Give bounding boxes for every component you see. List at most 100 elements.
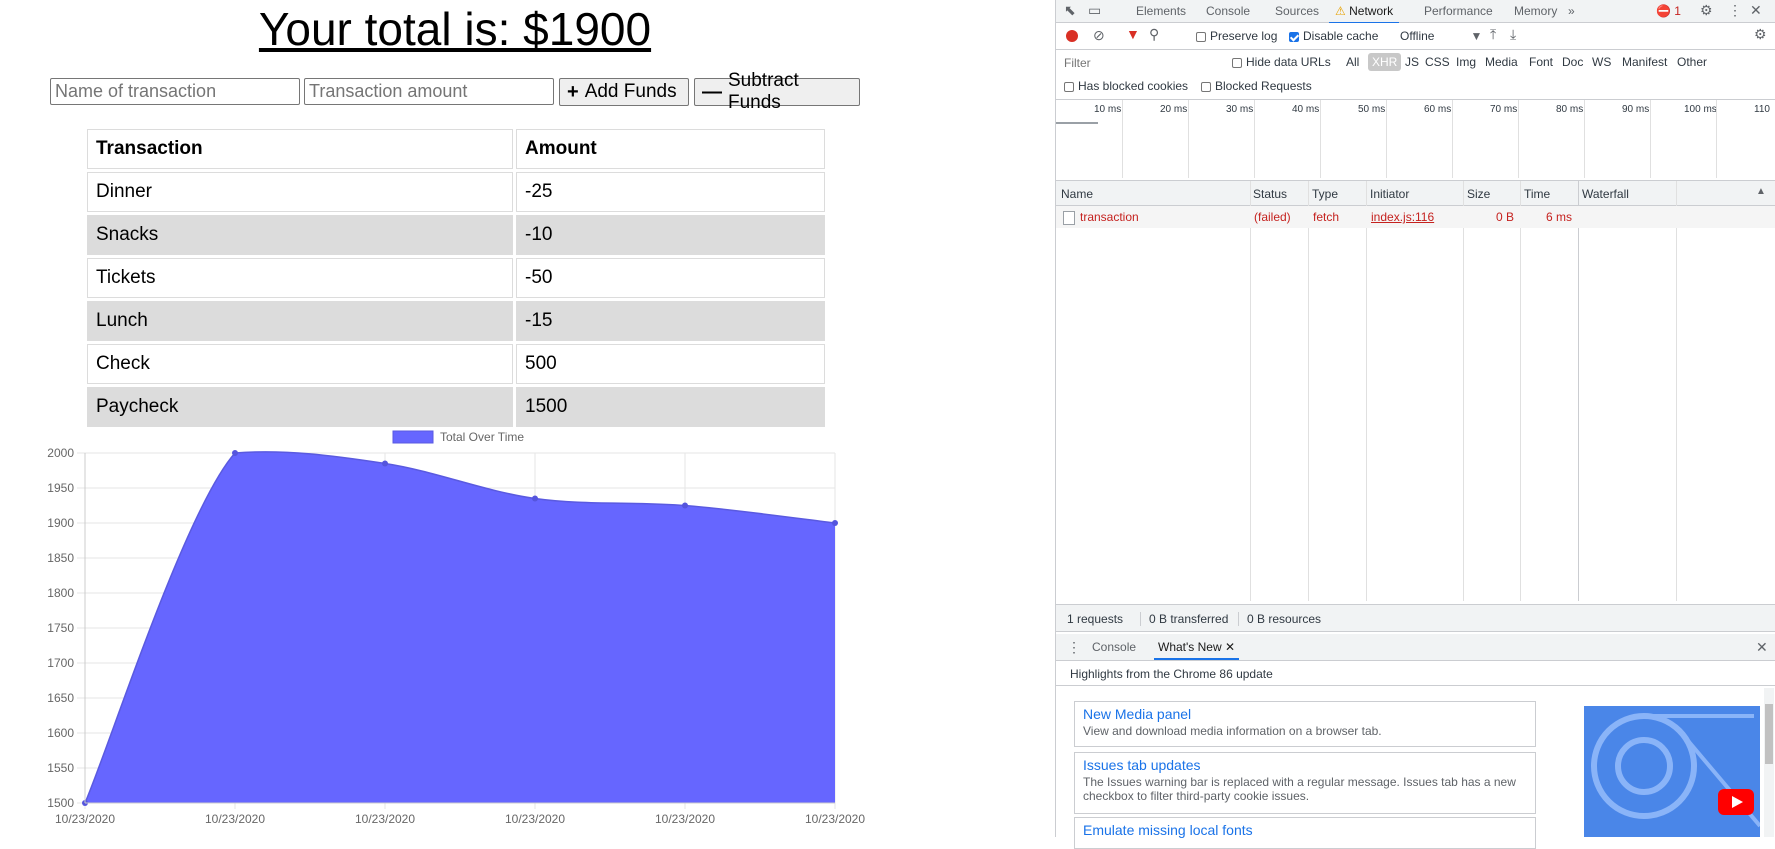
record-icon[interactable]: [1066, 30, 1078, 42]
timeline-tick: 100 ms: [1684, 104, 1717, 115]
news-title[interactable]: Issues tab updates: [1075, 753, 1535, 773]
summary-transferred: 0 B transferred: [1140, 612, 1228, 626]
data-point: [532, 495, 538, 502]
disable-cache-checkbox[interactable]: Disable cache: [1289, 29, 1378, 43]
column-waterfall[interactable]: Waterfall: [1582, 187, 1629, 201]
y-tick-label: 1900: [47, 516, 74, 530]
news-card[interactable]: New Media panel View and download media …: [1074, 701, 1536, 747]
filter-js[interactable]: JS: [1405, 55, 1419, 69]
has-blocked-cookies-label: Has blocked cookies: [1078, 79, 1189, 93]
inspect-element-icon[interactable]: ⬉: [1064, 2, 1076, 19]
filter-css[interactable]: CSS: [1425, 55, 1450, 69]
column-type[interactable]: Type: [1312, 187, 1338, 201]
news-card[interactable]: Issues tab updates The Issues warning ba…: [1074, 752, 1536, 814]
drawer-scrollbar[interactable]: [1764, 688, 1774, 837]
column-time[interactable]: Time: [1524, 187, 1550, 201]
column-size[interactable]: Size: [1467, 187, 1490, 201]
device-toolbar-icon[interactable]: ▭: [1088, 2, 1101, 19]
transaction-name-input[interactable]: [50, 78, 300, 105]
more-tabs-button[interactable]: »: [1568, 0, 1575, 22]
x-tick-label: 10/23/2020: [805, 812, 865, 826]
news-title[interactable]: Emulate missing local fonts: [1075, 818, 1535, 838]
preserve-log-checkbox[interactable]: Preserve log: [1196, 29, 1277, 43]
request-type: fetch: [1313, 210, 1340, 224]
checkbox-icon: [1232, 57, 1242, 68]
subtract-funds-button[interactable]: — Subtract Funds: [694, 70, 860, 113]
filter-manifest[interactable]: Manifest: [1622, 55, 1667, 69]
has-blocked-cookies-checkbox[interactable]: Has blocked cookies: [1064, 79, 1188, 93]
settings-gear-icon[interactable]: ⚙: [1700, 2, 1713, 19]
drawer-tab-console[interactable]: Console: [1092, 636, 1136, 658]
scrollbar-thumb[interactable]: [1765, 704, 1773, 764]
y-tick-label: 1650: [47, 691, 74, 705]
tab-console[interactable]: Console: [1206, 0, 1250, 22]
column-status[interactable]: Status: [1253, 187, 1287, 201]
filter-doc[interactable]: Doc: [1562, 55, 1583, 69]
error-counter[interactable]: ⛔ 1: [1656, 0, 1681, 22]
blocked-requests-checkbox[interactable]: Blocked Requests: [1201, 79, 1312, 93]
import-har-icon[interactable]: ⤒: [1490, 26, 1496, 43]
column-initiator[interactable]: Initiator: [1370, 187, 1409, 201]
hide-data-urls-label: Hide data URLs: [1246, 55, 1331, 69]
tab-memory[interactable]: Memory: [1514, 0, 1557, 22]
dropdown-arrow-icon: ▼: [1470, 29, 1483, 43]
checkbox-icon: [1064, 81, 1074, 92]
network-toolbar: ⊘ ▼ ⚲ Preserve log Disable cache Offline…: [1056, 23, 1775, 50]
search-icon[interactable]: ⚲: [1149, 26, 1159, 43]
more-options-icon[interactable]: ⋮: [1728, 2, 1742, 19]
video-thumbnail[interactable]: [1584, 706, 1760, 837]
request-name[interactable]: transaction: [1080, 210, 1139, 224]
filter-input[interactable]: [1062, 54, 1216, 72]
data-point: [382, 460, 388, 467]
request-initiator-link[interactable]: index.js:116: [1371, 210, 1434, 224]
close-devtools-icon[interactable]: ✕: [1750, 2, 1762, 19]
add-funds-button[interactable]: + Add Funds: [559, 78, 689, 106]
y-tick-label: 1750: [47, 621, 74, 635]
y-tick-label: 2000: [47, 446, 74, 460]
tab-elements[interactable]: Elements: [1136, 0, 1186, 22]
column-divider: [1463, 181, 1464, 601]
error-icon: ⛔: [1656, 4, 1671, 18]
close-drawer-icon[interactable]: ✕: [1756, 639, 1768, 656]
export-har-icon[interactable]: ⤓: [1510, 26, 1516, 43]
summary-requests: 1 requests: [1067, 612, 1124, 626]
filter-media[interactable]: Media: [1485, 55, 1518, 69]
request-status: (failed): [1254, 210, 1291, 224]
news-desc: View and download media information on a…: [1083, 724, 1382, 738]
y-tick-label: 1800: [47, 586, 74, 600]
clear-icon[interactable]: ⊘: [1093, 27, 1105, 44]
column-divider: [1250, 181, 1251, 601]
filter-font[interactable]: Font: [1529, 55, 1553, 69]
youtube-play-icon[interactable]: [1718, 789, 1754, 815]
timeline-overview[interactable]: 10 ms 20 ms 30 ms 40 ms 50 ms 60 ms 70 m…: [1056, 100, 1775, 181]
transaction-amount-input[interactable]: [304, 78, 554, 105]
tab-sources[interactable]: Sources: [1275, 0, 1319, 22]
tab-performance[interactable]: Performance: [1424, 0, 1493, 22]
y-tick-label: 1850: [47, 551, 74, 565]
filter-img[interactable]: Img: [1456, 55, 1476, 69]
news-card[interactable]: Emulate missing local fonts: [1074, 817, 1536, 849]
table-row: Lunch -15: [87, 301, 825, 341]
close-tab-icon[interactable]: ✕: [1225, 640, 1235, 654]
filter-ws[interactable]: WS: [1592, 55, 1611, 69]
whats-new-header: Highlights from the Chrome 86 update: [1056, 661, 1775, 686]
throttle-select[interactable]: Offline ▼: [1400, 29, 1482, 43]
timeline-gridline: [1254, 100, 1255, 178]
filter-icon[interactable]: ▼: [1126, 26, 1140, 42]
x-tick-label: 10/23/2020: [355, 812, 415, 826]
drawer-menu-icon[interactable]: ⋮: [1067, 639, 1081, 656]
drawer-tab-whats-new[interactable]: What's New ✕: [1154, 636, 1240, 660]
legend-label: Total Over Time: [440, 430, 524, 444]
transactions-table: Transaction Amount Dinner -25 Snacks -10…: [84, 126, 828, 430]
filter-other[interactable]: Other: [1677, 55, 1707, 69]
network-settings-icon[interactable]: ⚙: [1754, 26, 1767, 43]
sort-ascending-icon[interactable]: ▲: [1756, 186, 1766, 197]
filter-all[interactable]: All: [1346, 55, 1359, 69]
hide-data-urls-checkbox[interactable]: Hide data URLs: [1232, 55, 1331, 69]
column-name[interactable]: Name: [1061, 187, 1093, 201]
news-title[interactable]: New Media panel: [1075, 702, 1535, 722]
request-row[interactable]: transaction (failed) fetch index.js:116 …: [1056, 206, 1775, 228]
tab-network[interactable]: ⚠ Network: [1329, 0, 1400, 24]
filter-xhr[interactable]: XHR: [1368, 53, 1402, 71]
news-desc: The Issues warning bar is replaced with …: [1083, 775, 1516, 803]
